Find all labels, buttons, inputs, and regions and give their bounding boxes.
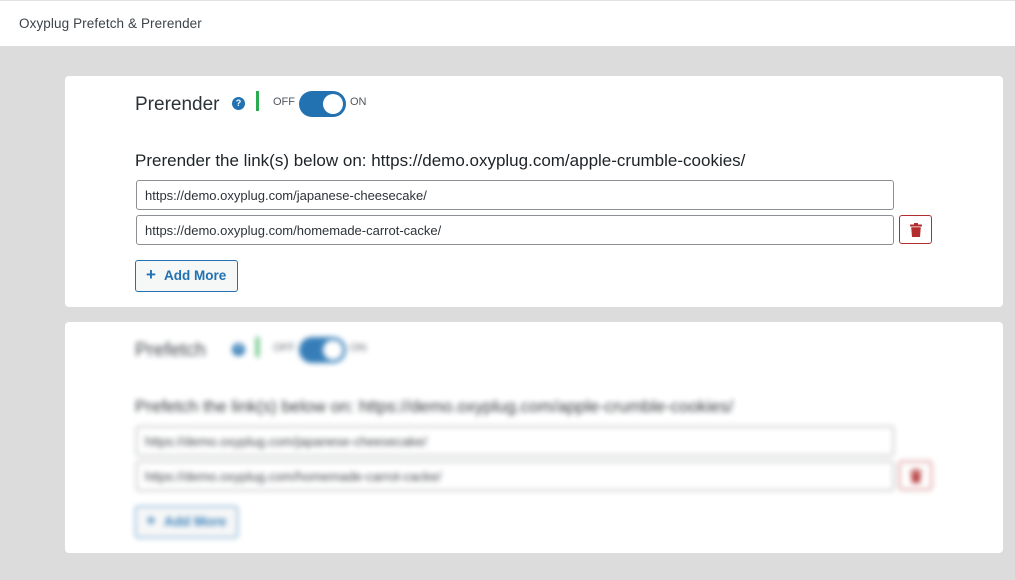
trash-icon xyxy=(910,469,922,483)
page-title: Oxyplug Prefetch & Prerender xyxy=(19,16,202,31)
prefetch-toggle[interactable] xyxy=(299,337,346,363)
prefetch-link-input-1[interactable] xyxy=(136,426,894,456)
prerender-toggle[interactable] xyxy=(299,91,346,117)
trash-icon xyxy=(910,223,922,237)
prerender-subheading: Prerender the link(s) below on: https://… xyxy=(135,151,746,170)
status-divider xyxy=(256,337,259,357)
add-more-label: Add More xyxy=(164,514,227,529)
prerender-heading: Prerender xyxy=(135,94,220,115)
toggle-off-label: OFF xyxy=(273,96,295,108)
toggle-knob xyxy=(323,340,343,360)
prerender-panel: Prerender ? OFF ON Prerender the link(s)… xyxy=(65,76,1003,307)
plus-icon: + xyxy=(146,511,156,530)
help-icon[interactable]: ? xyxy=(232,97,245,110)
delete-link-button[interactable] xyxy=(899,461,932,490)
plus-icon: + xyxy=(146,265,156,284)
delete-link-button[interactable] xyxy=(899,215,932,244)
help-icon[interactable]: ? xyxy=(232,343,245,356)
toggle-on-label: ON xyxy=(350,342,367,354)
prefetch-subheading: Prefetch the link(s) below on: https://d… xyxy=(135,397,734,416)
prerender-link-input-1[interactable] xyxy=(136,180,894,210)
add-more-button[interactable]: + Add More xyxy=(135,506,238,538)
prerender-link-input-2[interactable] xyxy=(136,215,894,245)
top-bar: Oxyplug Prefetch & Prerender xyxy=(0,0,1015,46)
toggle-on-label: ON xyxy=(350,96,367,108)
status-divider xyxy=(256,91,259,111)
prefetch-heading: Prefetch xyxy=(135,340,206,361)
add-more-label: Add More xyxy=(164,268,227,283)
toggle-off-label: OFF xyxy=(273,342,295,354)
add-more-button[interactable]: + Add More xyxy=(135,260,238,292)
prefetch-link-input-2[interactable] xyxy=(136,461,894,491)
prefetch-panel: Prefetch ? OFF ON Prefetch the link(s) b… xyxy=(65,322,1003,553)
toggle-knob xyxy=(323,94,343,114)
